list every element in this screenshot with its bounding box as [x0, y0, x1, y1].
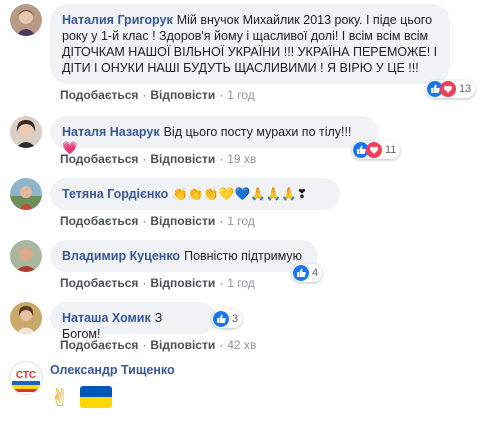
- like-button[interactable]: Подобається: [60, 338, 138, 352]
- comment-time[interactable]: 1 год: [227, 276, 255, 290]
- like-icon: [213, 311, 229, 327]
- like-button[interactable]: Подобається: [60, 88, 138, 102]
- comment-actions: Подобається · Відповісти · 1 год: [60, 276, 255, 290]
- comment-time[interactable]: 1 год: [227, 88, 255, 102]
- comment-actions: Подобається · Відповісти · 1 год: [60, 88, 255, 102]
- avatar[interactable]: [10, 116, 42, 148]
- comment-text: 👏👏👏💛💙🙏🙏🙏❣: [172, 187, 308, 201]
- comment-time[interactable]: 42 хв: [227, 338, 256, 352]
- comment-time[interactable]: 19 хв: [227, 152, 256, 166]
- avatar[interactable]: [10, 240, 42, 272]
- reaction-summary[interactable]: 4: [292, 264, 323, 282]
- reply-button[interactable]: Відповісти: [150, 338, 215, 352]
- comment-actions: Подобається · Відповісти · 42 хв: [60, 338, 257, 352]
- comment-bubble: Наталия Григорук Мій внучок Михайлик 2013…: [50, 4, 450, 84]
- comment-bubble: Владимир Куценко Повністю підтримую: [50, 240, 318, 272]
- comment-bubble: Наташа Хомик З Богом!: [50, 302, 216, 341]
- reply-button[interactable]: Відповісти: [150, 276, 215, 290]
- comment-actions: Подобається · Відповісти · 1 год: [60, 214, 255, 228]
- avatar[interactable]: [10, 178, 42, 210]
- love-icon: [366, 142, 382, 158]
- comment-author[interactable]: Наталя Назарук: [62, 125, 160, 139]
- comment-actions: Подобається · Відповісти · 19 хв: [60, 152, 257, 166]
- avatar[interactable]: [10, 4, 42, 36]
- comment-time[interactable]: 1 год: [227, 214, 255, 228]
- avatar[interactable]: СТС: [10, 362, 42, 394]
- reply-button[interactable]: Відповісти: [150, 152, 215, 166]
- reaction-count: 4: [312, 267, 319, 279]
- ukraine-flag-icon: [80, 386, 112, 408]
- comment-author[interactable]: Тетяна Гордієнко: [62, 187, 168, 201]
- comment-author[interactable]: Наташа Хомик: [62, 311, 151, 325]
- like-button[interactable]: Подобається: [60, 214, 138, 228]
- reaction-count: 13: [459, 83, 472, 95]
- reaction-count: 3: [232, 313, 239, 325]
- avatar-logo-text: СТС: [16, 370, 36, 381]
- reply-button[interactable]: Відповісти: [150, 214, 215, 228]
- reaction-summary[interactable]: 13: [426, 80, 476, 98]
- like-icon: [293, 265, 309, 281]
- reaction-summary[interactable]: 11: [352, 141, 401, 159]
- comment-text: Повністю підтримую: [184, 249, 303, 263]
- reaction-summary[interactable]: 3: [212, 310, 243, 328]
- comment-text: ✌: [50, 385, 71, 412]
- like-button[interactable]: Подобається: [60, 276, 138, 290]
- avatar[interactable]: [10, 302, 42, 334]
- love-icon: [440, 81, 456, 97]
- comment-author[interactable]: Наталия Григорук: [62, 13, 173, 27]
- reply-button[interactable]: Відповісти: [150, 88, 215, 102]
- comment-bubble: Тетяна Гордієнко 👏👏👏💛💙🙏🙏🙏❣: [50, 178, 340, 210]
- like-button[interactable]: Подобається: [60, 152, 138, 166]
- reaction-count: 11: [385, 144, 397, 156]
- comment-author[interactable]: Олександр Тищенко: [50, 363, 175, 377]
- comment-author[interactable]: Владимир Куценко: [62, 249, 180, 263]
- comment-bubble: Наталя Назарук Від цього посту мурахи по …: [50, 116, 378, 155]
